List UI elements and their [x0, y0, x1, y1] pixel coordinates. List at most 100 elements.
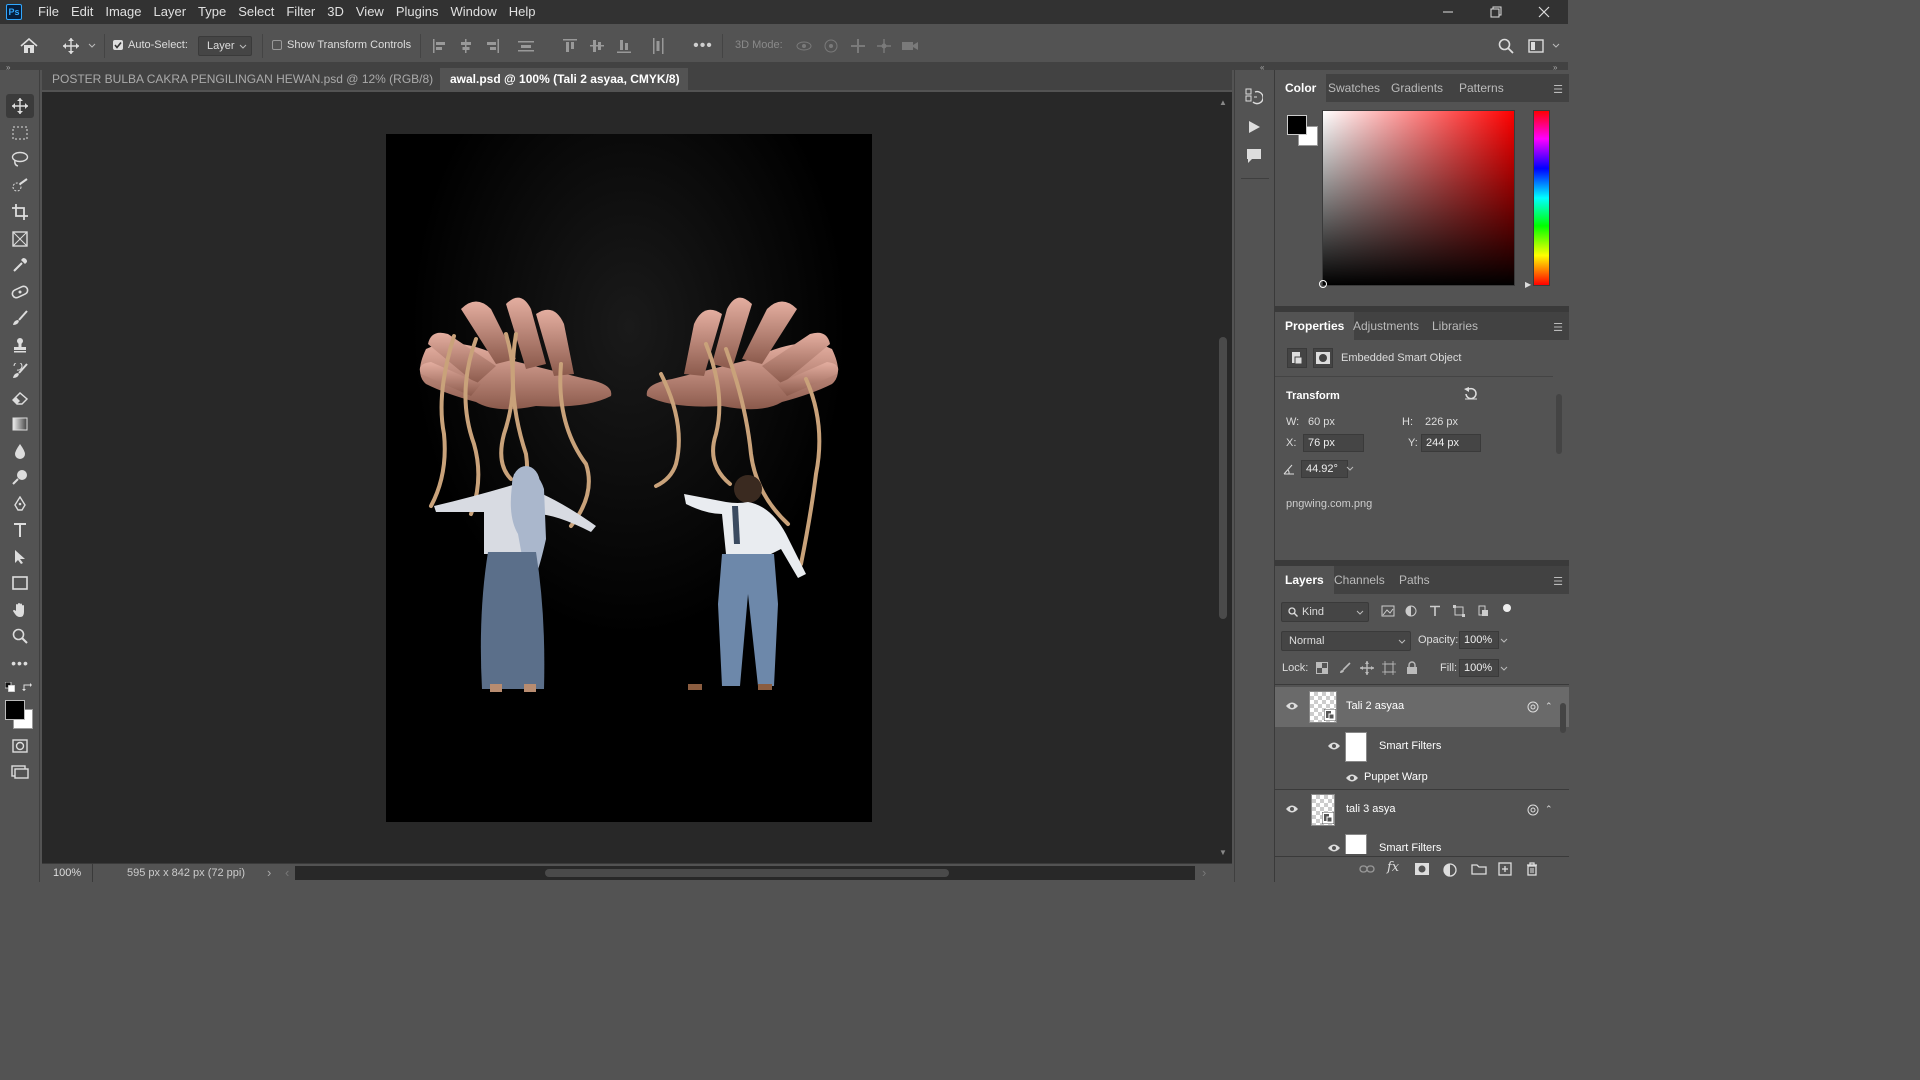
scroll-right-icon[interactable]: ›	[1202, 865, 1206, 880]
workspace-chevron-icon[interactable]	[1550, 40, 1562, 52]
menu-type[interactable]: Type	[192, 0, 232, 24]
properties-panel-menu-icon[interactable]: ☰	[1553, 321, 1563, 334]
menu-file[interactable]: File	[32, 0, 65, 24]
home-icon[interactable]	[18, 36, 40, 56]
tab-swatches[interactable]: Swatches	[1328, 74, 1380, 102]
hand-tool-icon[interactable]	[6, 598, 34, 622]
filter-toggle-icon[interactable]	[1503, 604, 1511, 612]
show-transform-checkbox[interactable]	[272, 40, 282, 50]
tab-gradients[interactable]: Gradients	[1391, 74, 1443, 102]
smart-filter-badge-icon[interactable]	[1526, 700, 1540, 714]
auto-select-target-dropdown[interactable]: Layer	[198, 36, 252, 56]
auto-select-checkbox[interactable]	[113, 40, 123, 50]
smart-filters-row[interactable]: Smart Filters	[1275, 829, 1569, 854]
smart-filters-row[interactable]: Smart Filters	[1275, 727, 1569, 767]
filter-mask-thumbnail[interactable]	[1345, 834, 1367, 854]
menu-3d[interactable]: 3D	[321, 0, 350, 24]
menu-image[interactable]: Image	[99, 0, 147, 24]
delete-layer-icon[interactable]	[1526, 862, 1538, 876]
angle-field[interactable]: 44.92°	[1301, 460, 1348, 478]
menu-plugins[interactable]: Plugins	[390, 0, 445, 24]
frame-tool-icon[interactable]	[6, 227, 34, 251]
reset-transform-icon[interactable]	[1463, 387, 1479, 401]
align-right-icon[interactable]	[482, 36, 502, 56]
align-horizontal-center-icon[interactable]	[456, 36, 476, 56]
properties-scrollbar[interactable]	[1553, 378, 1565, 528]
add-mask-icon[interactable]	[1415, 863, 1429, 875]
collapse-effects-icon[interactable]: ⌃	[1545, 701, 1553, 712]
collapse-effects-icon[interactable]: ⌃	[1545, 804, 1553, 815]
layer-name[interactable]: tali 3 asya	[1346, 803, 1396, 815]
color-picker-marker[interactable]	[1319, 280, 1327, 288]
rectangle-tool-icon[interactable]	[6, 571, 34, 595]
zoom-level[interactable]: 100%	[53, 867, 81, 879]
fill-dropdown-icon[interactable]	[1497, 662, 1511, 676]
menu-layer[interactable]: Layer	[148, 0, 193, 24]
tab-channels[interactable]: Channels	[1334, 566, 1385, 594]
link-layers-icon[interactable]	[1359, 864, 1375, 874]
y-position-field[interactable]: 244 px	[1421, 434, 1481, 452]
vertical-scroll-thumb[interactable]	[1219, 337, 1227, 619]
scroll-up-icon[interactable]: ▲	[1219, 98, 1227, 107]
hue-slider-handle-icon[interactable]: ▶	[1525, 280, 1531, 289]
opacity-dropdown-icon[interactable]	[1497, 634, 1511, 648]
layers-scrollbar[interactable]	[1557, 685, 1569, 854]
layer-effects-icon[interactable]: fx	[1387, 860, 1399, 875]
lock-pixels-icon[interactable]	[1339, 662, 1351, 674]
workspace-icon[interactable]	[1526, 36, 1546, 56]
close-window-icon[interactable]	[1520, 0, 1568, 24]
fill-field[interactable]: 100%	[1459, 659, 1499, 677]
vertical-scrollbar[interactable]: ▲ ▼	[1216, 92, 1232, 863]
default-colors-icon[interactable]	[5, 682, 15, 692]
3d-orbit-icon[interactable]	[794, 36, 814, 56]
filter-pixel-icon[interactable]	[1381, 605, 1395, 617]
align-top-icon[interactable]	[560, 36, 580, 56]
tab-patterns[interactable]: Patterns	[1459, 74, 1504, 102]
blend-mode-dropdown[interactable]: Normal	[1281, 631, 1411, 651]
visibility-eye-icon[interactable]	[1285, 701, 1299, 711]
visibility-eye-icon[interactable]	[1285, 804, 1299, 814]
layer-name[interactable]: Tali 2 asyaa	[1346, 700, 1404, 712]
3d-roll-icon[interactable]	[821, 36, 841, 56]
horizontal-scroll-thumb[interactable]	[545, 869, 949, 877]
actions-play-icon[interactable]	[1247, 120, 1261, 134]
angle-dropdown-icon[interactable]	[1343, 462, 1357, 476]
filter-type-icon[interactable]	[1429, 605, 1441, 617]
tab-color[interactable]: Color	[1275, 74, 1327, 102]
brush-tool-icon[interactable]	[6, 306, 34, 330]
document-info[interactable]: 595 px x 842 px (72 ppi)	[127, 867, 245, 879]
distribute-vertical-icon[interactable]	[516, 36, 536, 56]
color-panel-menu-icon[interactable]: ☰	[1553, 83, 1563, 96]
align-vertical-center-icon[interactable]	[587, 36, 607, 56]
move-tool-icon[interactable]	[60, 36, 82, 56]
move-tool-icon[interactable]	[6, 94, 34, 118]
distribute-horizontal-icon[interactable]	[648, 36, 668, 56]
filter-adjustment-icon[interactable]	[1405, 605, 1417, 617]
history-brush-tool-icon[interactable]	[6, 359, 34, 383]
foreground-color-swatch[interactable]	[5, 700, 25, 720]
screen-mode-icon[interactable]	[6, 760, 34, 784]
layer-row-tali-2-asyaa[interactable]: Tali 2 asyaa ⌃	[1275, 687, 1569, 727]
restore-icon[interactable]	[1472, 0, 1520, 24]
tab-adjustments[interactable]: Adjustments	[1353, 312, 1419, 340]
pen-tool-icon[interactable]	[6, 492, 34, 516]
lock-all-icon[interactable]	[1406, 661, 1418, 675]
width-value[interactable]: 60 px	[1308, 413, 1335, 431]
gradient-tool-icon[interactable]	[6, 412, 34, 436]
quick-mask-icon[interactable]	[6, 734, 34, 758]
eyedropper-tool-icon[interactable]	[6, 253, 34, 277]
visibility-eye-icon[interactable]	[1327, 741, 1341, 751]
document-canvas[interactable]	[386, 134, 872, 822]
new-layer-icon[interactable]	[1498, 862, 1512, 876]
menu-filter[interactable]: Filter	[280, 0, 321, 24]
history-panel-icon[interactable]	[1245, 88, 1263, 108]
filter-smart-object-icon[interactable]	[1477, 605, 1489, 617]
filter-mask-thumbnail[interactable]	[1345, 732, 1367, 762]
tab-libraries[interactable]: Libraries	[1432, 312, 1478, 340]
more-options-icon[interactable]: •••	[693, 36, 713, 56]
status-menu-chevron-icon[interactable]: ›	[267, 865, 271, 880]
scroll-left-icon[interactable]: ‹	[285, 865, 289, 880]
panel-foreground-swatch[interactable]	[1287, 115, 1307, 135]
quick-selection-tool-icon[interactable]	[6, 174, 34, 198]
tab-paths[interactable]: Paths	[1399, 566, 1430, 594]
